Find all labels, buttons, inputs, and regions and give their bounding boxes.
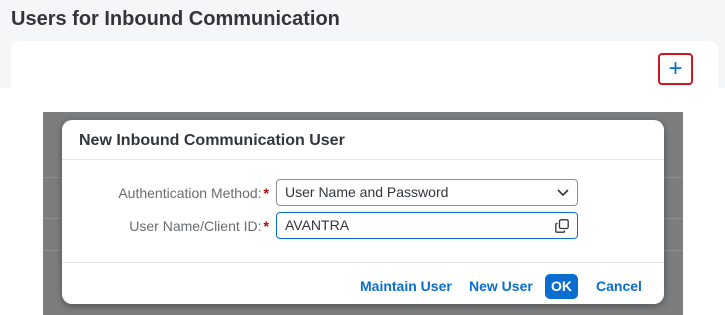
cancel-button[interactable]: Cancel: [596, 274, 642, 299]
required-marker: *: [263, 185, 269, 201]
dialog-title: New Inbound Communication User: [79, 132, 345, 149]
new-user-button[interactable]: New User: [469, 274, 533, 299]
auth-method-label: Authentication Method: *: [118, 185, 269, 201]
auth-method-value: User Name and Password: [285, 184, 449, 200]
dialog-footer-divider: [62, 262, 664, 263]
users-card: [11, 41, 718, 88]
ok-button[interactable]: OK: [545, 274, 578, 299]
user-name-input[interactable]: AVANTRA: [276, 212, 578, 239]
user-name-value: AVANTRA: [285, 217, 350, 233]
user-name-label-text: User Name/Client ID:: [129, 218, 262, 234]
maintain-user-button[interactable]: Maintain User: [360, 274, 452, 299]
copy-icon[interactable]: [555, 219, 569, 233]
page-header-section: Users for Inbound Communication: [0, 0, 725, 88]
plus-icon: +: [668, 55, 683, 82]
new-user-dialog: New Inbound Communication User Authentic…: [62, 120, 664, 304]
dialog-header-divider: [62, 159, 664, 160]
chevron-down-icon[interactable]: [557, 180, 569, 214]
auth-method-label-text: Authentication Method:: [118, 185, 262, 201]
auth-method-select[interactable]: User Name and Password: [276, 179, 578, 206]
user-name-label: User Name/Client ID: *: [129, 218, 269, 234]
page-title: Users for Inbound Communication: [11, 8, 340, 30]
add-user-button[interactable]: +: [658, 53, 693, 85]
required-marker: *: [263, 218, 269, 234]
